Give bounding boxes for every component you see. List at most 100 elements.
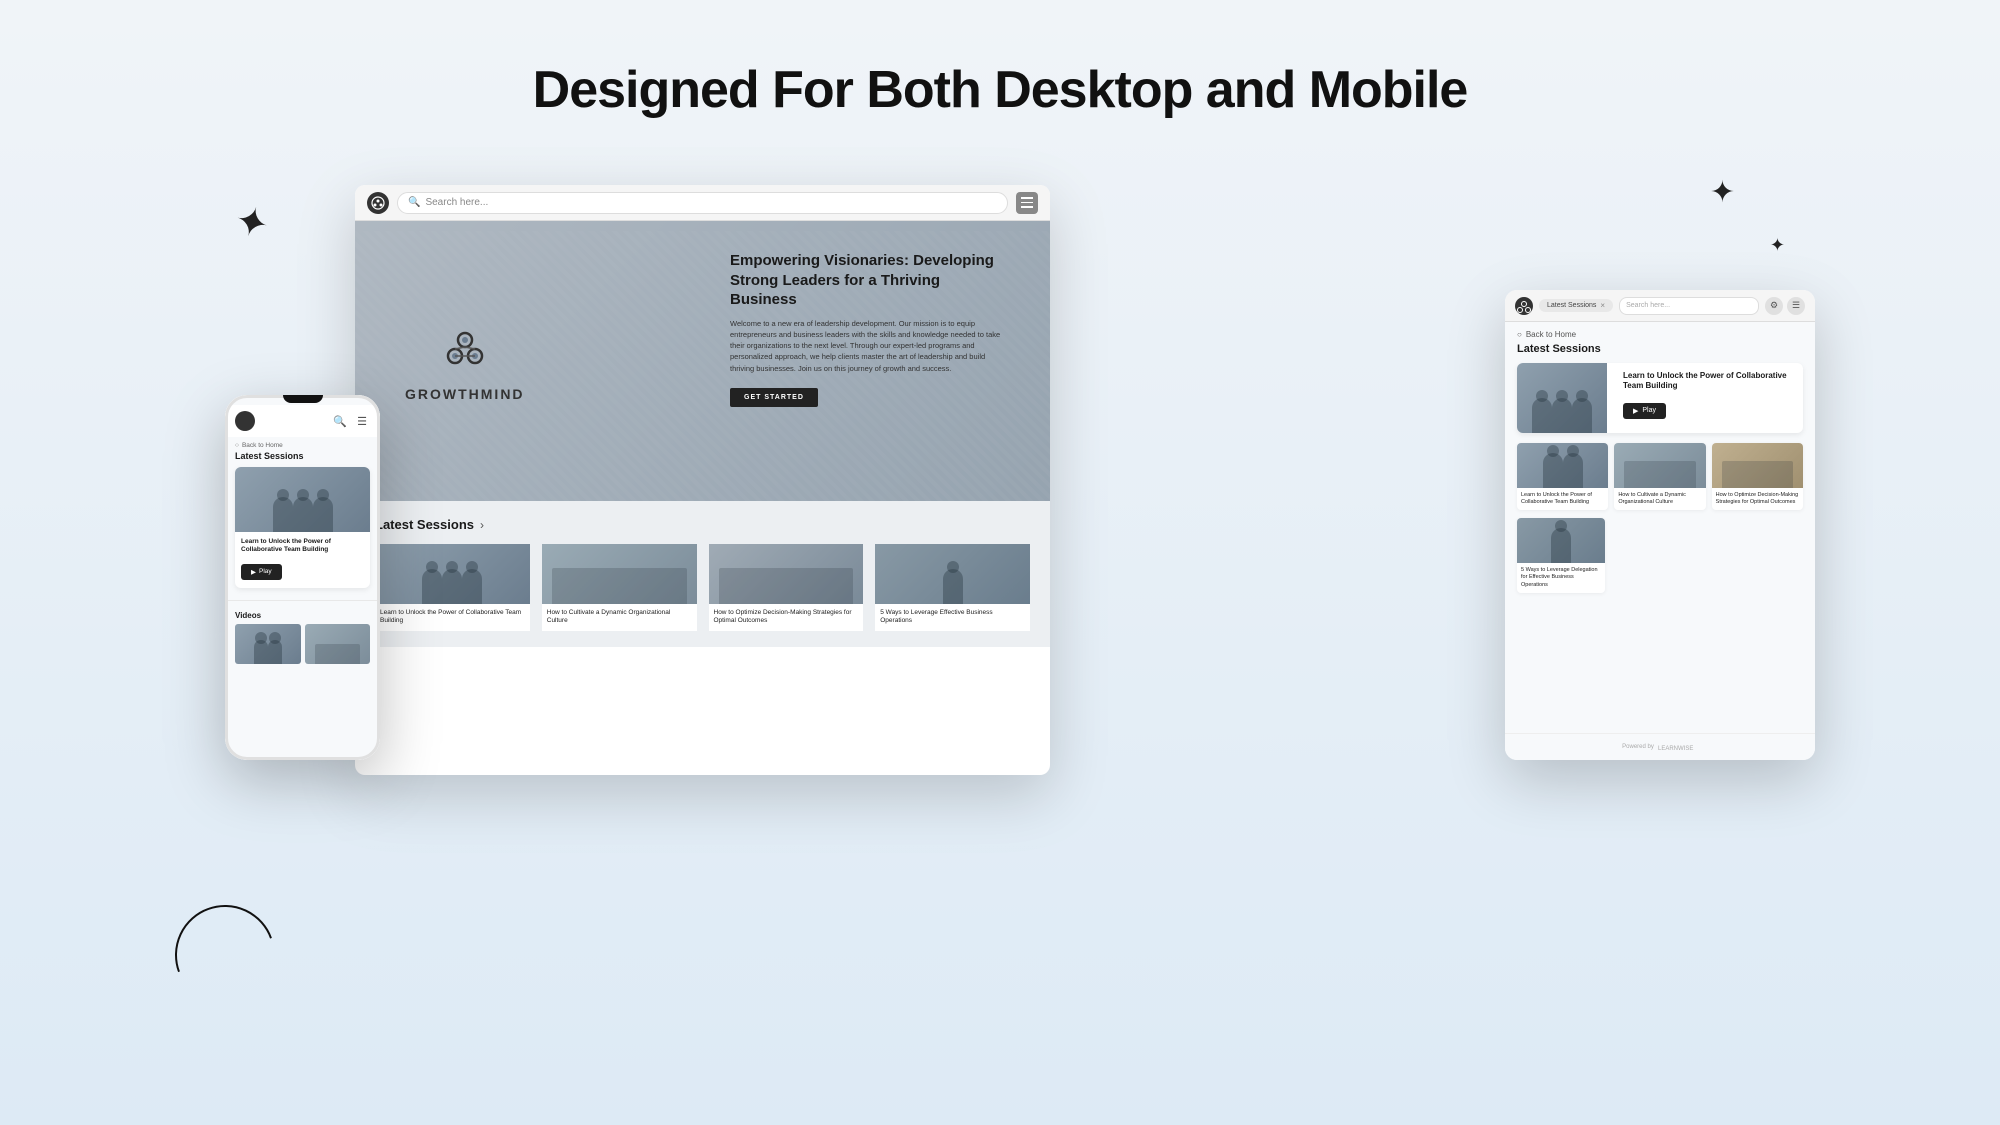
phone-video-thumb-2[interactable] [305,624,371,664]
session-label-3: How to Optimize Decision-Making Strategi… [709,604,864,631]
hero-text-block: Empowering Visionaries: Developing Stron… [730,251,1010,407]
hero-heading: Empowering Visionaries: Developing Stron… [730,251,1010,310]
phone-video-thumb-1[interactable] [235,624,301,664]
tablet-featured-title: Learn to Unlock the Power of Collaborati… [1623,371,1795,392]
session-label-2: How to Cultivate a Dynamic Organizationa… [542,604,697,631]
search-icon: 🔍 [408,197,420,208]
phone-play-icon: ▶ [251,568,256,576]
tablet-grid-label-3: How to Optimize Decision-Making Strategi… [1712,488,1803,510]
browser-menu-button[interactable] [1016,192,1038,214]
powered-by-text: Powered by [1622,744,1654,750]
phone-notch [283,395,323,403]
tablet-grid-label-4: 5 Ways to Leverage Delegation for Effect… [1517,563,1605,592]
phone-topbar-icons: 🔍 ☰ [332,413,370,429]
hero-section: GROWTHMIND Empowering Visionaries: Devel… [355,221,1050,501]
session-card-2[interactable]: How to Cultivate a Dynamic Organizationa… [542,544,697,631]
session-label-1: Learn to Unlock the Power of Collaborati… [375,604,530,631]
phone-featured-thumb [235,467,370,532]
phone-brand-logo [235,411,255,431]
powered-by: Powered by LEARNWISE [1513,742,1807,752]
tablet-brand-logo [1515,297,1533,315]
tablet-grid-card-4[interactable]: 5 Ways to Leverage Delegation for Effect… [1517,518,1605,592]
phone-divider [225,600,380,601]
session-card-1[interactable]: Learn to Unlock the Power of Collaborati… [375,544,530,631]
session-thumb-4 [875,544,1030,604]
phone-videos-title: Videos [225,605,380,624]
session-thumb-2 [542,544,697,604]
tablet-section-title: Latest Sessions [1505,343,1815,363]
tablet-play-icon: ▶ [1633,407,1638,415]
tablet-featured-card[interactable]: Learn to Unlock the Power of Collaborati… [1517,363,1803,433]
browser-search-bar[interactable]: 🔍 Search here... [397,192,1008,214]
tablet-grid-card-3[interactable]: How to Optimize Decision-Making Strategi… [1712,443,1803,510]
phone-topbar: 🔍 ☰ [225,405,380,437]
latest-sessions-title: Latest Sessions [375,517,474,532]
phone-play-label: Play [259,568,272,575]
browser-content: GROWTHMIND Empowering Visionaries: Devel… [355,221,1050,775]
latest-sessions-header: Latest Sessions › [375,517,1030,532]
tablet-grid-thumb-2 [1614,443,1705,488]
sessions-grid: Learn to Unlock the Power of Collaborati… [375,544,1030,631]
tablet-grid-thumb-1 [1517,443,1608,488]
tablet-chip-label: Latest Sessions [1547,302,1596,309]
session-card-4[interactable]: 5 Ways to Leverage Effective Business Op… [875,544,1030,631]
phone-content: 🔍 ☰ ○ Back to Home Latest Sessions Learn… [225,395,380,760]
latest-sessions-arrow[interactable]: › [480,518,484,532]
decorative-curve [161,891,289,1019]
tablet-back-label: Back to Home [1526,330,1576,339]
tablet-topbar: Latest Sessions × Search here... ⚙ ☰ [1505,290,1815,322]
decorative-star-right-small: ✦ [1770,235,1785,256]
tablet-featured-info: Learn to Unlock the Power of Collaborati… [1615,363,1803,433]
tablet-search-placeholder: Search here... [1626,302,1670,309]
tablet-content: ○ Back to Home Latest Sessions Learn to … [1505,322,1815,760]
tablet-featured-thumb [1517,363,1607,433]
mobile-phone: 🔍 ☰ ○ Back to Home Latest Sessions Learn… [225,395,380,760]
brand-name: GROWTHMIND [405,386,525,402]
tablet-grid-thumb-4 [1517,518,1605,563]
tablet-grid-thumb-3 [1712,443,1803,488]
decorative-star-left: ✦ [230,196,274,249]
tablet-chip-close[interactable]: × [1600,301,1605,310]
tablet-menu-icon[interactable]: ☰ [1787,297,1805,315]
tablet-search-input[interactable]: Search here... [1619,297,1759,315]
hero-cta-button[interactable]: GET STARTED [730,388,818,407]
hero-body-text: Welcome to a new era of leadership devel… [730,318,1010,374]
tablet-back-button[interactable]: ○ Back to Home [1505,322,1815,343]
phone-search-icon[interactable]: 🔍 [332,413,348,429]
phone-back-button[interactable]: ○ Back to Home [225,437,380,451]
tablet-grid: Learn to Unlock the Power of Collaborati… [1505,443,1815,518]
tablet-play-label: Play [1642,407,1656,414]
browser-topbar: 🔍 Search here... [355,185,1050,221]
tablet-grid-card-1[interactable]: Learn to Unlock the Power of Collaborati… [1517,443,1608,510]
search-placeholder: Search here... [425,197,488,208]
tablet-topbar-icons: ⚙ ☰ [1765,297,1805,315]
tablet-grid-label-2: How to Cultivate a Dynamic Organizationa… [1614,488,1705,510]
tablet-settings-icon[interactable]: ⚙ [1765,297,1783,315]
session-thumb-1 [375,544,530,604]
tablet-footer: Powered by LEARNWISE [1505,733,1815,760]
phone-featured-card[interactable]: Learn to Unlock the Power of Collaborati… [235,467,370,588]
latest-sessions-section: Latest Sessions › Learn to Unlock the Po… [355,501,1050,647]
phone-videos-grid [225,624,380,664]
phone-play-button[interactable]: ▶ Play [241,564,282,580]
svg-text:LEARNWISE: LEARNWISE [1658,746,1693,752]
phone-menu-icon[interactable]: ☰ [354,413,370,429]
phone-back-icon: ○ [235,442,239,449]
tablet-back-icon: ○ [1517,330,1522,339]
phone-featured-title: Learn to Unlock the Power of Collaborati… [235,532,370,561]
phone-section-title: Latest Sessions [225,451,380,467]
tablet-play-button[interactable]: ▶ Play [1623,403,1666,419]
tablet-grid-label-1: Learn to Unlock the Power of Collaborati… [1517,488,1608,510]
phone-back-label: Back to Home [242,442,283,449]
page-title: Designed For Both Desktop and Mobile [0,0,2000,120]
tablet-grid-card-2[interactable]: How to Cultivate a Dynamic Organizationa… [1614,443,1705,510]
tablet-search-chip[interactable]: Latest Sessions × [1539,299,1613,312]
session-label-4: 5 Ways to Leverage Effective Business Op… [875,604,1030,631]
session-card-3[interactable]: How to Optimize Decision-Making Strategi… [709,544,864,631]
brand-logo-desktop [367,192,389,214]
session-thumb-3 [709,544,864,604]
tablet-browser: Latest Sessions × Search here... ⚙ ☰ ○ B… [1505,290,1815,760]
decorative-star-right: ✦ [1710,175,1735,210]
desktop-browser: 🔍 Search here... [355,185,1050,775]
hero-logo: GROWTHMIND [405,320,525,402]
